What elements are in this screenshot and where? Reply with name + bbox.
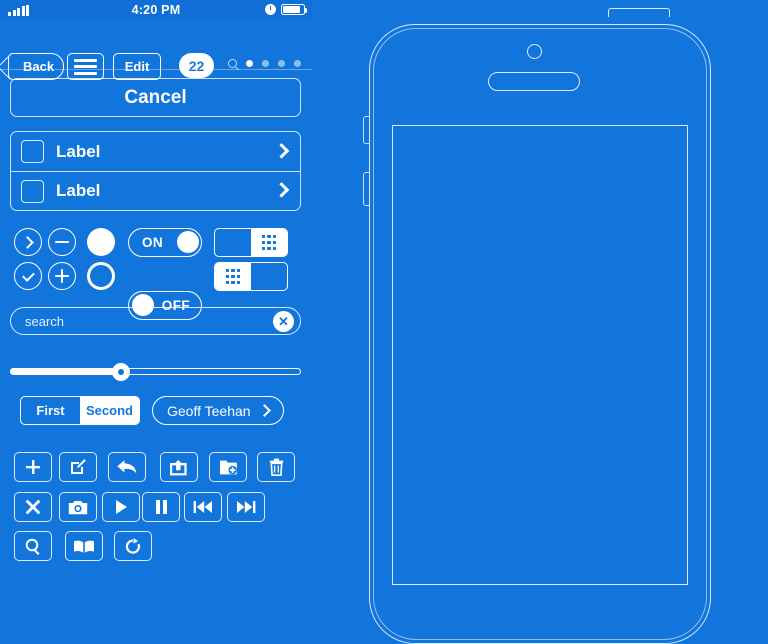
- pause-icon: [155, 500, 167, 514]
- magnifier-icon: [25, 538, 40, 555]
- pause-button[interactable]: [142, 492, 180, 522]
- page-dot-3[interactable]: [278, 60, 285, 67]
- ui-kit-panel: 4:20 PM Back Edit 22 Cancel Label Label …: [0, 0, 312, 576]
- navigation-bar: Back Edit 22: [0, 20, 312, 80]
- back-button-label: Back: [23, 59, 55, 74]
- share-export-icon: [170, 459, 187, 475]
- refresh-icon: [125, 537, 141, 554]
- radio-empty-icon[interactable]: [87, 262, 115, 290]
- plus-icon: [26, 460, 40, 474]
- chevron-right-circle-icon[interactable]: [14, 228, 42, 256]
- plus-circle-icon[interactable]: [48, 262, 76, 290]
- segment-first[interactable]: First: [21, 397, 80, 424]
- cancel-button[interactable]: Cancel: [10, 78, 301, 117]
- close-button[interactable]: [14, 492, 52, 522]
- alarm-clock-icon: [265, 4, 276, 15]
- phone-screen-outline: [392, 125, 688, 585]
- page-dot-1[interactable]: [246, 60, 253, 67]
- checkbox-icon[interactable]: [21, 179, 44, 203]
- checkmark-circle-icon[interactable]: [14, 262, 42, 290]
- segment-left-selected[interactable]: [215, 263, 251, 290]
- play-icon: [116, 500, 127, 514]
- delete-button[interactable]: [257, 452, 295, 482]
- person-pill-label: Geoff Teehan: [167, 402, 251, 419]
- segmented-keypad-right[interactable]: [214, 228, 288, 257]
- count-badge: 22: [179, 53, 214, 78]
- status-bar-right: [265, 4, 308, 15]
- edit-button[interactable]: Edit: [113, 53, 161, 80]
- segmented-keypad-left[interactable]: [214, 262, 288, 291]
- minus-circle-icon[interactable]: [48, 228, 76, 256]
- trash-icon: [269, 458, 283, 476]
- page-dot-2[interactable]: [262, 60, 269, 67]
- segmented-control[interactable]: First Second: [20, 396, 140, 425]
- battery-icon: [281, 4, 308, 15]
- toggle-on-label: ON: [142, 235, 164, 250]
- hamburger-menu-icon[interactable]: [67, 53, 104, 80]
- add-button[interactable]: [14, 452, 52, 482]
- slider[interactable]: [10, 363, 301, 381]
- keypad-grid-icon: [225, 269, 241, 284]
- search-placeholder: search: [25, 313, 65, 329]
- bookmarks-button[interactable]: [65, 531, 103, 561]
- book-icon: [74, 540, 94, 553]
- compose-button[interactable]: [59, 452, 97, 482]
- table-row[interactable]: Label: [11, 132, 300, 171]
- search-input[interactable]: search ✕: [10, 307, 301, 335]
- front-camera-icon: [527, 44, 542, 59]
- person-pill-button[interactable]: Geoff Teehan: [152, 396, 284, 425]
- table-row-label: Label: [56, 181, 101, 200]
- table-view: Label Label: [10, 131, 301, 211]
- folder-move-icon: [219, 460, 237, 474]
- camera-icon: [68, 500, 88, 514]
- table-row-label: Label: [56, 141, 101, 161]
- segment-left[interactable]: [215, 229, 251, 256]
- reply-button[interactable]: [108, 452, 146, 482]
- reply-arrow-icon: [117, 460, 137, 474]
- radio-filled-icon[interactable]: [87, 228, 115, 256]
- page-control[interactable]: [228, 59, 301, 68]
- rewind-icon: [193, 501, 212, 513]
- page-dot-4[interactable]: [294, 60, 301, 67]
- back-button[interactable]: Back: [8, 53, 65, 80]
- next-button[interactable]: [227, 492, 265, 522]
- chevron-right-icon: [257, 404, 271, 417]
- search-button[interactable]: [14, 531, 52, 561]
- wireframe-canvas: 4:20 PM Back Edit 22 Cancel Label Label …: [0, 0, 768, 644]
- table-row[interactable]: Label: [11, 171, 300, 210]
- phone-mockup: [312, 0, 768, 644]
- volume-button-icon: [363, 172, 370, 206]
- keypad-grid-icon: [261, 235, 277, 250]
- play-button[interactable]: [102, 492, 140, 522]
- power-button-icon: [608, 8, 670, 17]
- refresh-button[interactable]: [114, 531, 152, 561]
- fast-forward-icon: [237, 501, 256, 513]
- status-bar: 4:20 PM: [0, 0, 312, 20]
- compose-icon: [71, 459, 86, 474]
- search-icon[interactable]: [228, 59, 237, 68]
- earpiece-speaker-icon: [488, 72, 580, 91]
- close-x-icon: [25, 499, 41, 515]
- checkbox-icon[interactable]: [21, 140, 44, 163]
- chevron-right-icon: [273, 142, 290, 159]
- organize-button[interactable]: [209, 452, 247, 482]
- chevron-right-icon: [273, 182, 290, 198]
- toggle-switch-on[interactable]: ON: [128, 228, 202, 257]
- clear-circle-icon[interactable]: ✕: [273, 311, 294, 332]
- camera-button[interactable]: [59, 492, 97, 522]
- share-button[interactable]: [160, 452, 198, 482]
- slider-knob-icon[interactable]: [111, 363, 130, 381]
- silent-switch-icon: [363, 116, 370, 144]
- segment-right[interactable]: [251, 263, 287, 290]
- previous-button[interactable]: [184, 492, 222, 522]
- segment-second[interactable]: Second: [80, 397, 139, 424]
- segment-right-selected[interactable]: [251, 229, 287, 256]
- slider-fill: [10, 368, 121, 375]
- toggle-knob: [176, 231, 199, 253]
